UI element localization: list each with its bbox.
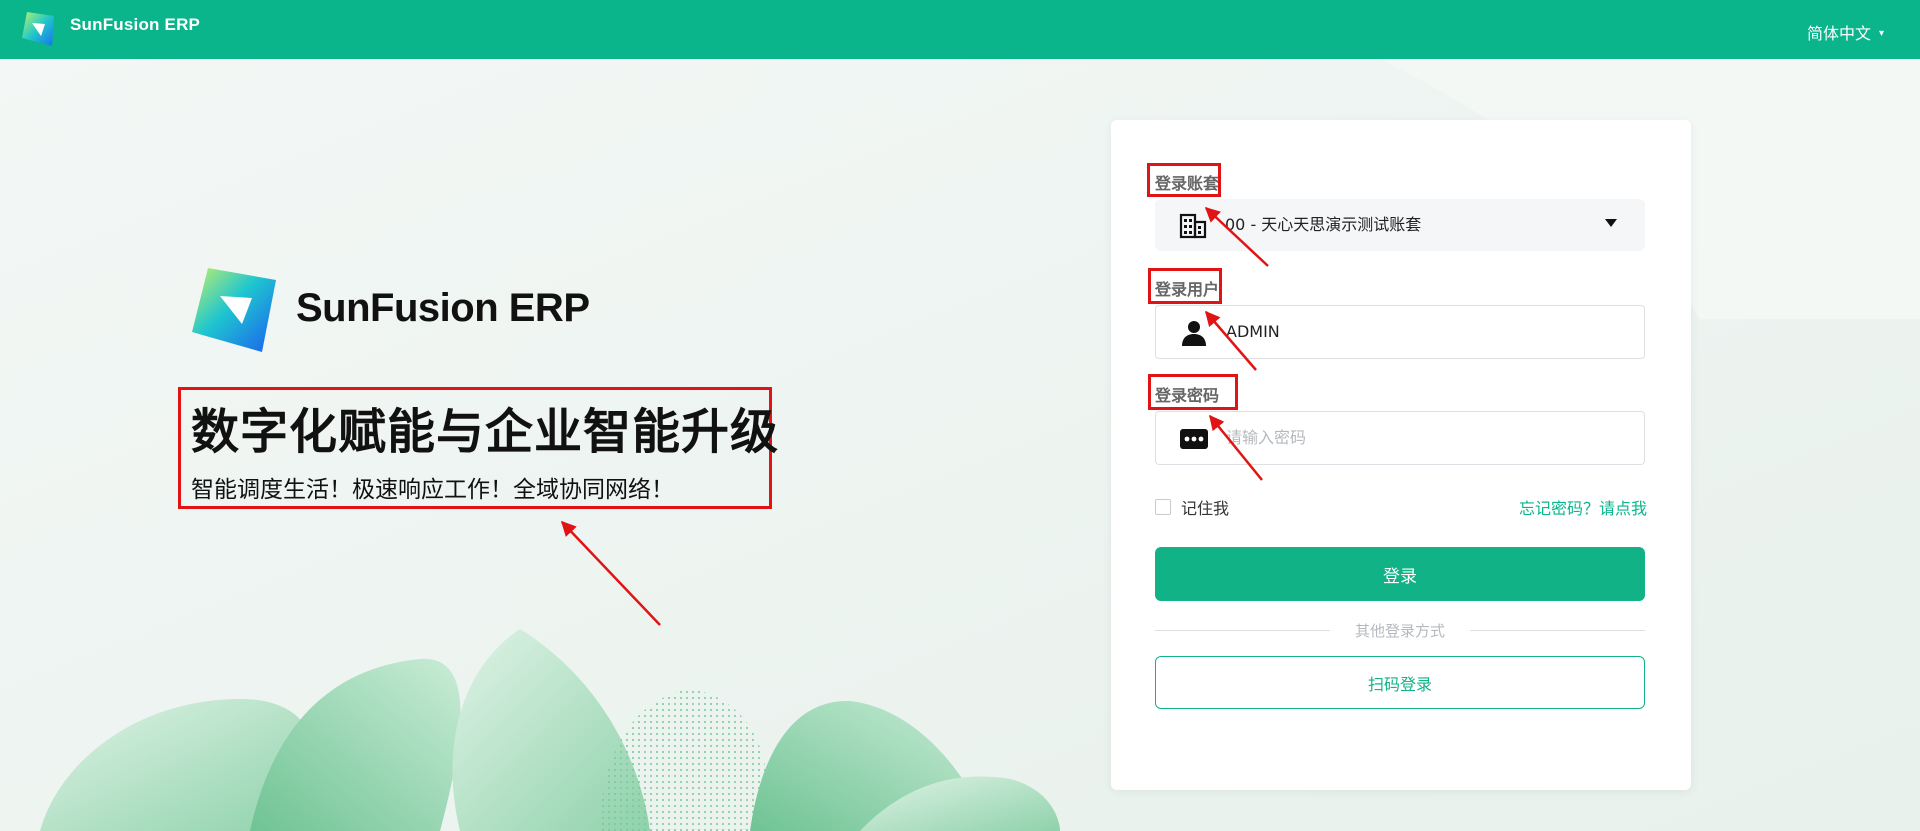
language-label: 简体中文 bbox=[1806, 24, 1871, 43]
brand-name: SunFusion ERP bbox=[296, 286, 590, 330]
user-icon bbox=[1182, 321, 1206, 346]
login-card: 登录账套 00 - 天心天思演示测试账套 登录用户 ADMIN 登录密码 请输入… bbox=[1111, 120, 1691, 790]
password-field[interactable]: 请输入密码 bbox=[1155, 411, 1645, 465]
dropdown-arrow-icon bbox=[1605, 219, 1617, 227]
login-button[interactable]: 登录 bbox=[1155, 547, 1645, 601]
top-bar: SunFusion ERP 简体中文 ▾ bbox=[0, 0, 1920, 59]
qr-login-button[interactable]: 扫码登录 bbox=[1155, 656, 1645, 709]
language-selector[interactable]: 简体中文 ▾ bbox=[1807, 20, 1884, 44]
password-placeholder: 请输入密码 bbox=[1226, 428, 1307, 447]
caret-down-icon: ▾ bbox=[1878, 27, 1884, 39]
brand-logo-icon bbox=[192, 268, 276, 352]
highlight-box bbox=[1148, 268, 1222, 304]
remember-label: 记住我 bbox=[1181, 499, 1230, 518]
hero-subheading: 智能调度生活！极速响应工作！全域协同网络！ bbox=[191, 477, 674, 503]
app-title: SunFusion ERP bbox=[70, 15, 201, 34]
remember-checkbox[interactable] bbox=[1155, 499, 1171, 515]
highlight-box bbox=[1148, 374, 1238, 410]
other-methods-divider: 其他登录方式 bbox=[1155, 620, 1645, 640]
building-icon bbox=[1179, 213, 1207, 239]
username-value: ADMIN bbox=[1226, 322, 1280, 341]
other-methods-label: 其他登录方式 bbox=[1354, 622, 1445, 640]
forgot-password-link[interactable]: 忘记密码？请点我 bbox=[1519, 495, 1647, 519]
app-logo-icon bbox=[22, 12, 54, 46]
password-dots-icon bbox=[1180, 429, 1208, 449]
highlight-box bbox=[1147, 163, 1221, 197]
remember-me[interactable]: 记住我 bbox=[1155, 495, 1229, 519]
username-field[interactable]: ADMIN bbox=[1155, 305, 1645, 359]
account-select[interactable]: 00 - 天心天思演示测试账套 bbox=[1155, 199, 1645, 251]
account-value: 00 - 天心天思演示测试账套 bbox=[1225, 215, 1422, 234]
hero-heading: 数字化赋能与企业智能升级 bbox=[191, 404, 780, 460]
